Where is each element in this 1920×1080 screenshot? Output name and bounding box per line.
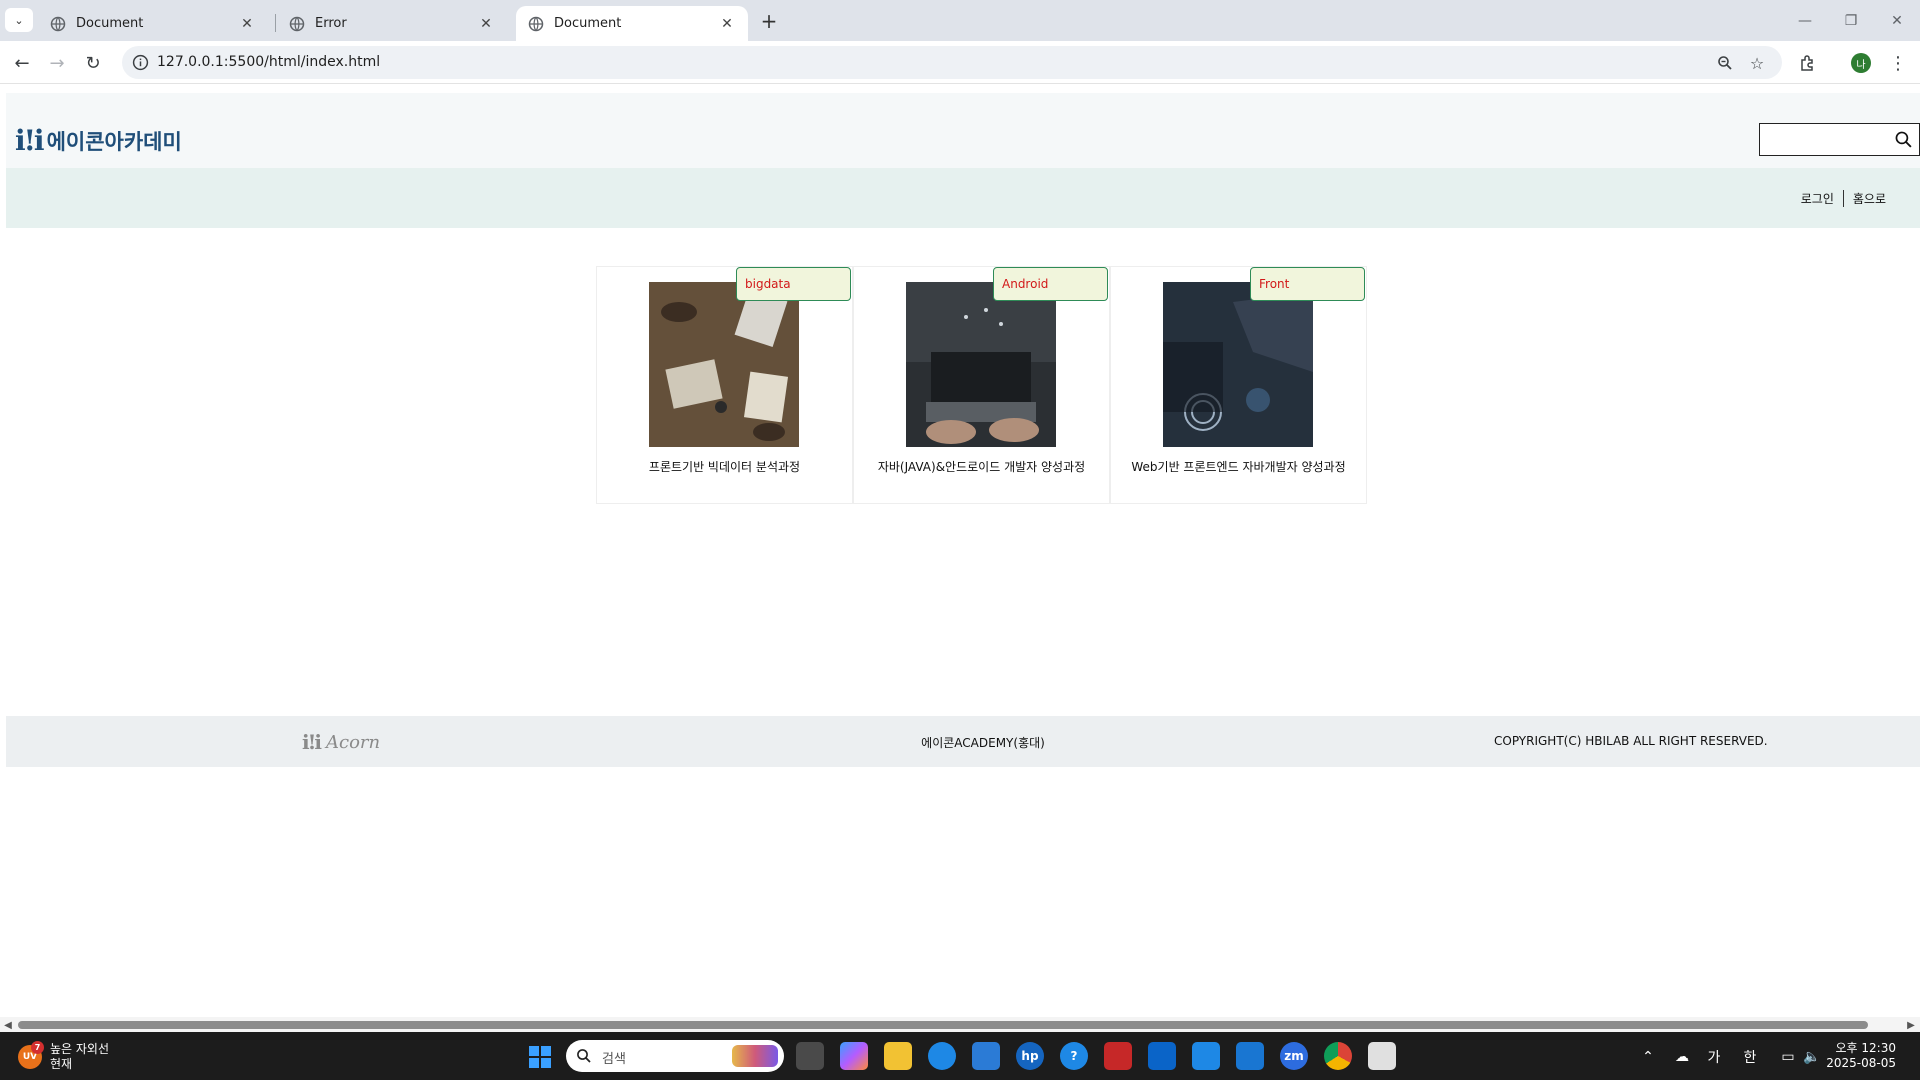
course-title[interactable]: Web기반 프론트엔드 자바개발자 양성과정 <box>1111 458 1366 475</box>
mcafee-icon[interactable] <box>1104 1042 1132 1070</box>
tab-search-button[interactable]: ⌄ <box>5 8 33 32</box>
globe-icon <box>289 16 305 31</box>
chrome-icon[interactable] <box>1324 1042 1352 1070</box>
course-thumbnail-image[interactable] <box>906 282 1056 447</box>
extensions-puzzle-icon[interactable] <box>1793 48 1823 78</box>
help-icon[interactable]: ? <box>1060 1042 1088 1070</box>
site-logo[interactable]: i!i 에이콘아카데미 <box>15 126 182 156</box>
ime-language-indicator[interactable]: 한 <box>1738 1045 1762 1069</box>
minimize-icon[interactable]: — <box>1782 0 1828 41</box>
taskbar-search-placeholder: 검색 <box>602 1052 626 1067</box>
acorn-logo-icon: i!i <box>15 124 45 157</box>
site-footer: i!i Acorn 에이콘ACADEMY(홍대) COPYRIGHT(C) HB… <box>6 716 1920 767</box>
tab-label: Document <box>554 16 622 31</box>
bookmark-star-icon[interactable]: ☆ <box>1747 53 1767 73</box>
weather-text: 높은 자외선 현재 <box>50 1042 109 1072</box>
scroll-left-arrow-icon[interactable]: ◀ <box>2 1019 14 1031</box>
clock-time: 오후 12:30 <box>1835 1041 1896 1055</box>
taskbar-search-box[interactable]: 검색 <box>566 1040 784 1072</box>
footer-copyright: COPYRIGHT(C) HBILAB ALL RIGHT RESERVED. <box>1494 734 1768 748</box>
site-nav-bar: 로그인 홈으로 <box>6 168 1920 228</box>
horizontal-scrollbar[interactable]: ◀ ▶ <box>0 1017 1920 1032</box>
task-view-icon[interactable] <box>796 1042 824 1070</box>
copilot-icon[interactable] <box>840 1042 868 1070</box>
nav-divider <box>1842 190 1844 207</box>
course-title[interactable]: 프론트기반 빅데이터 분석과정 <box>597 458 852 475</box>
site-header: i!i 에이콘아카데미 <box>6 93 1920 168</box>
profile-avatar[interactable]: 나 <box>1851 53 1871 73</box>
microsoft-store-icon[interactable] <box>972 1042 1000 1070</box>
ime-mode-indicator[interactable]: 가 <box>1702 1045 1726 1069</box>
globe-icon <box>50 16 66 31</box>
search-highlight-image <box>732 1045 778 1067</box>
site-search-box <box>1759 123 1920 156</box>
chevron-down-icon: ⌄ <box>14 13 24 27</box>
course-card-front[interactable]: Front Web기반 프론트엔드 자바개발자 양성과정 <box>1110 266 1367 504</box>
course-category-badge: Front <box>1250 267 1365 301</box>
course-category-badge: bigdata <box>736 267 851 301</box>
tab-divider <box>275 14 276 32</box>
course-thumbnail-image[interactable] <box>1163 282 1313 447</box>
zoom-app-icon[interactable]: zm <box>1280 1042 1308 1070</box>
browser-tab-document-active[interactable]: Document ✕ <box>516 6 748 41</box>
search-icon <box>577 1049 591 1063</box>
scrollbar-thumb[interactable] <box>18 1021 1868 1029</box>
weather-widget[interactable]: UV 7 높은 자외선 현재 <box>18 1041 109 1072</box>
browser-tab-error[interactable]: Error ✕ <box>277 6 507 41</box>
course-card-bigdata[interactable]: bigdata 프론트기반 빅데이터 분석과정 <box>596 266 853 504</box>
weather-title: 높은 자외선 <box>50 1042 110 1056</box>
course-thumbnail-image[interactable] <box>649 282 799 447</box>
scroll-right-arrow-icon[interactable]: ▶ <box>1905 1019 1917 1031</box>
restore-icon[interactable]: ❐ <box>1828 0 1874 41</box>
browser-tab-document-1[interactable]: Document ✕ <box>38 6 268 41</box>
weather-badge: 7 <box>31 1041 44 1054</box>
login-link[interactable]: 로그인 <box>1801 190 1834 207</box>
tab-label: Document <box>76 16 144 31</box>
globe-icon <box>528 16 544 31</box>
course-card-list: bigdata 프론트기반 빅데이터 분석과정 Android 자바(JAVA)… <box>596 266 1367 504</box>
windows-start-icon[interactable] <box>529 1046 551 1068</box>
forward-arrow-icon[interactable]: → <box>42 48 72 78</box>
chevron-up-icon[interactable]: ⌃ <box>1636 1045 1660 1069</box>
notepad-icon[interactable] <box>1192 1042 1220 1070</box>
tab-close-icon[interactable]: ✕ <box>477 15 495 33</box>
outlook-icon[interactable] <box>1148 1042 1176 1070</box>
tab-label: Error <box>315 16 347 31</box>
file-explorer-icon[interactable] <box>884 1042 912 1070</box>
home-link[interactable]: 홈으로 <box>1853 190 1886 207</box>
close-window-icon[interactable]: ✕ <box>1874 0 1920 41</box>
browser-tab-strip: ⌄ Document ✕ Error ✕ Document ✕ + — ❐ ✕ <box>0 0 1920 41</box>
onedrive-cloud-icon[interactable]: ☁ <box>1670 1045 1694 1069</box>
back-arrow-icon[interactable]: ← <box>7 48 37 78</box>
course-card-android[interactable]: Android 자바(JAVA)&안드로이드 개발자 양성과정 <box>853 266 1110 504</box>
browser-toolbar: ← → ↻ 127.0.0.1:5500/html/index.html ☆ 나… <box>0 41 1920 84</box>
logo-text: 에이콘아카데미 <box>46 130 182 154</box>
zoom-icon[interactable] <box>1715 53 1735 73</box>
course-title[interactable]: 자바(JAVA)&안드로이드 개발자 양성과정 <box>854 458 1109 475</box>
search-icon[interactable] <box>1894 130 1913 149</box>
vscode-icon[interactable] <box>1236 1042 1264 1070</box>
site-search-input[interactable] <box>1764 128 1889 151</box>
weather-subtitle: 현재 <box>50 1057 73 1071</box>
kebab-menu-icon[interactable]: ⋮ <box>1883 48 1913 78</box>
clock-date: 2025-08-05 <box>1826 1056 1896 1070</box>
snipping-tool-icon[interactable] <box>1368 1042 1396 1070</box>
site-info-icon[interactable] <box>132 54 149 71</box>
new-tab-button[interactable]: + <box>756 8 782 34</box>
tab-close-icon[interactable]: ✕ <box>718 15 736 33</box>
taskbar-clock[interactable]: 오후 12:30 2025-08-05 <box>1826 1041 1896 1071</box>
network-icon[interactable]: ▭ <box>1776 1045 1800 1069</box>
page-viewport: i!i 에이콘아카데미 로그인 홈으로 bigdata 프론트기반 빅데이터 분… <box>0 85 1920 1020</box>
volume-icon[interactable]: 🔈 <box>1800 1045 1824 1069</box>
address-bar[interactable]: 127.0.0.1:5500/html/index.html ☆ <box>122 46 1782 79</box>
windows-taskbar: UV 7 높은 자외선 현재 검색 hp ? zm ⌃ ☁ 가 한 ▭ 🔈 오후… <box>0 1032 1920 1080</box>
nav-links: 로그인 홈으로 <box>1801 190 1886 207</box>
edge-browser-icon[interactable] <box>928 1042 956 1070</box>
uv-weather-icon: UV 7 <box>18 1041 44 1069</box>
course-category-badge: Android <box>993 267 1108 301</box>
hp-icon[interactable]: hp <box>1016 1042 1044 1070</box>
reload-icon[interactable]: ↻ <box>78 48 108 78</box>
tab-close-icon[interactable]: ✕ <box>238 15 256 33</box>
address-url[interactable]: 127.0.0.1:5500/html/index.html <box>157 54 380 70</box>
